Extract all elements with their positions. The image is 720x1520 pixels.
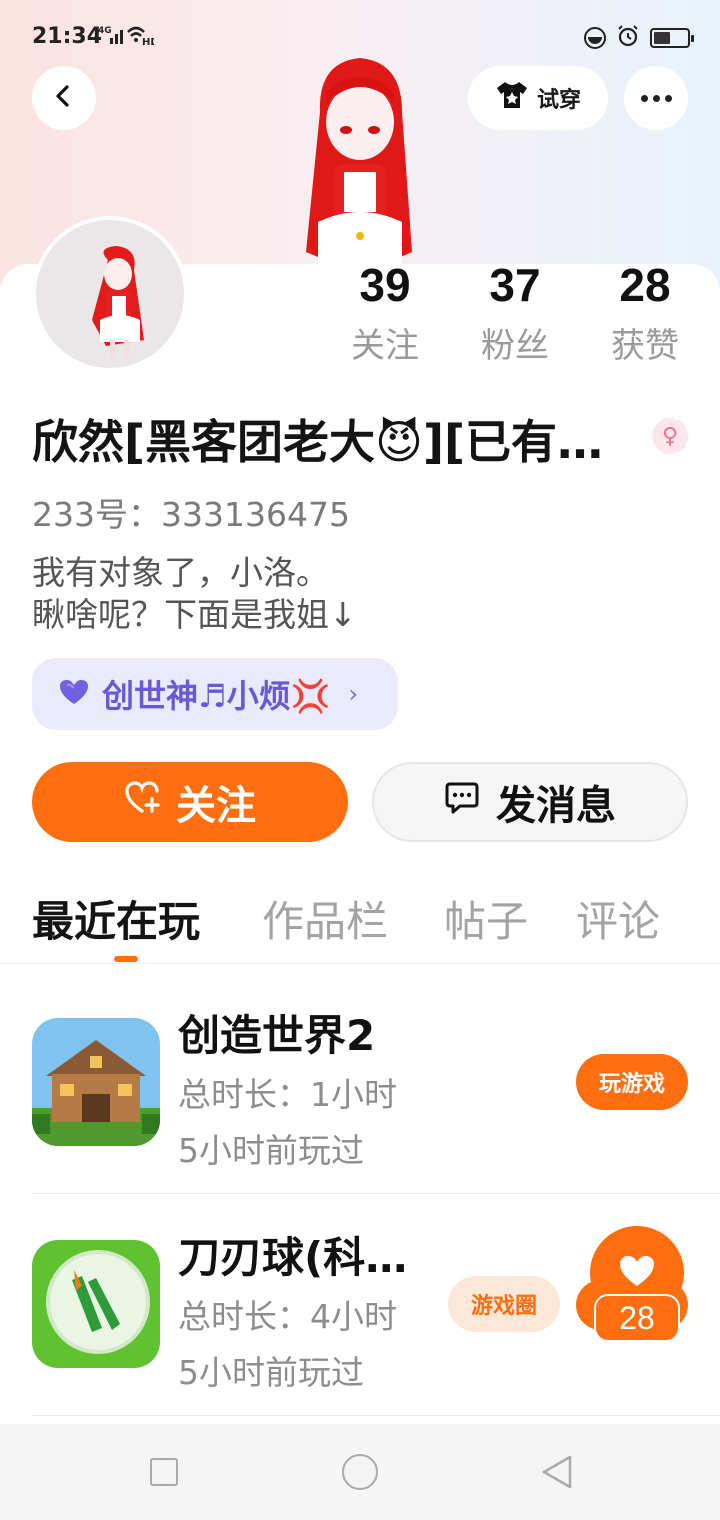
network-type-label: 4G [98,26,112,36]
send-message-button[interactable]: 发消息 [372,762,688,842]
stat-label: 关注 [351,326,419,366]
recent-apps-button[interactable] [150,1458,178,1486]
stat-label: 获赞 [611,326,679,366]
banner-character-image [290,52,430,266]
follow-button[interactable]: 关注 [32,762,348,842]
couple-link[interactable]: 创世神♬小烦💢 › [32,658,398,730]
profile-id[interactable]: 233号：333136475 [32,488,350,536]
game-last-played: 5小时前玩过 [178,1131,364,1170]
message-label: 发消息 [496,783,616,829]
tab-works[interactable]: 作品栏 [262,888,388,949]
heart-plus-icon [124,779,162,825]
row-divider [32,1415,720,1416]
female-gender-icon: ♀ [652,418,688,454]
chevron-right-icon: › [348,680,359,708]
stat-value: 39 [359,259,411,311]
game-circle-button[interactable]: 游戏圈 [448,1276,560,1332]
purple-heart-icon [58,678,90,710]
data-saver-icon [584,27,606,49]
stat-value: 28 [619,259,671,311]
like-count: 28 [594,1294,680,1342]
follow-label: 关注 [176,783,256,829]
try-on-button[interactable]: 试穿 [468,66,608,130]
back-nav-button[interactable] [540,1454,574,1494]
stat-likes[interactable]: 28 获赞 [580,258,710,367]
chevron-left-icon [52,84,76,112]
game-duration: 总时长：1小时 [178,1075,397,1114]
stat-following[interactable]: 39 关注 [320,258,450,367]
stat-label: 粉丝 [481,326,549,366]
bio-line: 我有对象了，小洛。 [32,553,329,592]
profile-stats: 39 关注 37 粉丝 28 获赞 [320,258,710,367]
play-game-button[interactable]: 玩游戏 [576,1054,688,1110]
battery-icon [650,28,694,48]
chat-bubble-icon [444,779,480,825]
signal-icon: 4G HD [98,24,159,50]
stat-value: 37 [489,259,541,311]
game-duration: 总时长：4小时 [178,1297,397,1336]
stat-followers[interactable]: 37 粉丝 [450,258,580,367]
back-button[interactable] [32,66,96,130]
heart-icon [618,1254,656,1292]
tab-comments[interactable]: 评论 [576,888,660,949]
hd-label: HD [142,37,154,46]
game-last-played: 5小时前玩过 [178,1353,364,1392]
system-nav-bar [0,1424,720,1520]
game-list-item[interactable]: 创造世界2 总时长：1小时 5小时前玩过 玩游戏 [0,972,720,1194]
couple-name: 创世神♬小烦💢 [102,677,331,715]
status-time: 21:34 [32,24,103,49]
avatar[interactable] [32,216,188,372]
profile-bio: 我有对象了，小洛。 瞅啥呢？下面是我姐↓ [32,552,357,636]
tshirt-icon [495,80,529,116]
tab-posts[interactable]: 帖子 [444,888,528,949]
game-icon-blade-ball [32,1240,160,1368]
more-dots-icon [640,94,672,102]
bio-line: 瞅啥呢？下面是我姐↓ [32,595,357,634]
try-on-label: 试穿 [536,88,581,113]
alarm-icon [616,24,640,52]
more-options-button[interactable] [624,66,688,130]
game-title: 刀刃球(科… [178,1233,408,1282]
active-tab-indicator [114,956,138,962]
profile-tabs: 最近在玩 作品栏 帖子 评论 [0,888,720,964]
profile-username: 欣然[黑客团老大😈][已有… [32,415,604,469]
tab-recent-played[interactable]: 最近在玩 [32,888,200,949]
home-button[interactable] [342,1454,378,1490]
game-icon-create-world [32,1018,160,1146]
like-floating-button[interactable]: 28 [576,1226,688,1344]
game-title: 创造世界2 [178,1011,376,1060]
